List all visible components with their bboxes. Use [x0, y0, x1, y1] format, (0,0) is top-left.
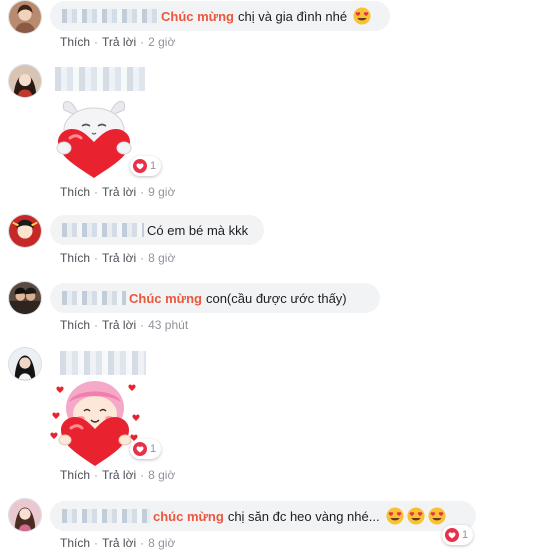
- reply-link[interactable]: Trả lời: [102, 251, 136, 265]
- separator-dot: ·: [140, 35, 145, 49]
- comment-bubble: Chúc mừng chị và gia đình nhé: [50, 1, 390, 31]
- comment-actions: Thích · Trả lời · 8 giờ: [60, 536, 175, 550]
- love-reaction-icon: [445, 528, 459, 542]
- reaction-count[interactable]: 1: [130, 156, 162, 176]
- comment-bubble: Chúc mừng con(cầu được ước thấy): [50, 283, 380, 313]
- separator-dot: ·: [94, 468, 99, 482]
- commenter-avatar[interactable]: [8, 347, 42, 381]
- heart-eyes-emoji-icon: [407, 507, 425, 525]
- comment-timestamp[interactable]: 2 giờ: [148, 35, 175, 49]
- blurred-commenter-name[interactable]: [55, 67, 145, 91]
- separator-dot: ·: [140, 536, 145, 550]
- comment-actions: Thích · Trả lời · 43 phút: [60, 318, 188, 332]
- comment-actions: Thích · Trả lời · 8 giờ: [60, 251, 175, 265]
- comment-timestamp[interactable]: 8 giờ: [148, 251, 175, 265]
- comment-highlight-text: Chúc mừng: [161, 8, 234, 24]
- love-reaction-icon: [133, 159, 147, 173]
- separator-dot: ·: [94, 251, 99, 265]
- girl-hugging-heart-sticker: [49, 378, 141, 468]
- like-link[interactable]: Thích: [60, 468, 90, 482]
- comment-actions: Thích · Trả lời · 8 giờ: [60, 468, 175, 482]
- avatar-photo: [9, 1, 41, 33]
- separator-dot: ·: [94, 185, 99, 199]
- reaction-count[interactable]: 1: [442, 525, 474, 545]
- reaction-count-text: 1: [462, 529, 469, 541]
- separator-dot: ·: [94, 536, 99, 550]
- reply-link[interactable]: Trả lời: [102, 318, 136, 332]
- like-link[interactable]: Thích: [60, 318, 90, 332]
- comment-text: chị săn đc heo vàng nhé...: [227, 508, 380, 524]
- comment-text: con(cầu được ước thấy): [205, 290, 347, 306]
- reaction-count-text: 1: [150, 160, 157, 172]
- commenter-avatar[interactable]: [8, 0, 42, 34]
- comment-timestamp[interactable]: 9 giờ: [148, 185, 175, 199]
- comment-actions: Thích · Trả lời · 2 giờ: [60, 35, 175, 49]
- separator-dot: ·: [140, 251, 145, 265]
- comment-highlight-text: chúc mừng: [153, 508, 224, 524]
- comment-highlight-text: Chúc mừng: [129, 290, 202, 306]
- blurred-commenter-name[interactable]: [60, 351, 146, 375]
- blurred-commenter-name[interactable]: [62, 9, 158, 23]
- avatar-photo: [9, 499, 41, 531]
- love-reaction-icon: [133, 442, 147, 456]
- blurred-commenter-name[interactable]: [62, 291, 126, 305]
- comment-text: Có em bé mà kkk: [147, 222, 249, 238]
- separator-dot: ·: [140, 318, 145, 332]
- comment-timestamp[interactable]: 43 phút: [148, 318, 188, 332]
- reply-link[interactable]: Trả lời: [102, 468, 136, 482]
- commenter-avatar[interactable]: [8, 64, 42, 98]
- commenter-avatar[interactable]: [8, 281, 42, 315]
- heart-eyes-emoji-icon: [353, 7, 371, 25]
- separator-dot: ·: [94, 318, 99, 332]
- separator-dot: ·: [140, 468, 145, 482]
- blurred-commenter-name[interactable]: [62, 223, 144, 237]
- heart-eyes-emoji-icon: [428, 507, 446, 525]
- avatar-photo: [9, 282, 41, 314]
- reply-link[interactable]: Trả lời: [102, 185, 136, 199]
- reaction-count[interactable]: 1: [130, 439, 162, 459]
- comment-bubble: chúc mừng chị săn đc heo vàng nhé...: [50, 501, 476, 531]
- commenter-avatar[interactable]: [8, 214, 42, 248]
- bunny-hugging-heart-sticker: [52, 96, 136, 180]
- comment-timestamp[interactable]: 8 giờ: [148, 536, 175, 550]
- avatar-photo: [9, 215, 41, 247]
- like-link[interactable]: Thích: [60, 185, 90, 199]
- reaction-count-text: 1: [150, 443, 157, 455]
- like-link[interactable]: Thích: [60, 536, 90, 550]
- comment-actions: Thích · Trả lời · 9 giờ: [60, 185, 175, 199]
- heart-eyes-emoji-icon: [386, 507, 404, 525]
- avatar-photo: [9, 65, 41, 97]
- commenter-avatar[interactable]: [8, 498, 42, 532]
- like-link[interactable]: Thích: [60, 35, 90, 49]
- avatar-photo: [9, 348, 41, 380]
- reply-link[interactable]: Trả lời: [102, 35, 136, 49]
- comment-timestamp[interactable]: 8 giờ: [148, 468, 175, 482]
- separator-dot: ·: [94, 35, 99, 49]
- like-link[interactable]: Thích: [60, 251, 90, 265]
- reply-link[interactable]: Trả lời: [102, 536, 136, 550]
- comment-bubble: Có em bé mà kkk: [50, 215, 264, 245]
- separator-dot: ·: [140, 185, 145, 199]
- blurred-commenter-name[interactable]: [62, 509, 150, 523]
- comment-text: chị và gia đình nhé: [237, 8, 348, 24]
